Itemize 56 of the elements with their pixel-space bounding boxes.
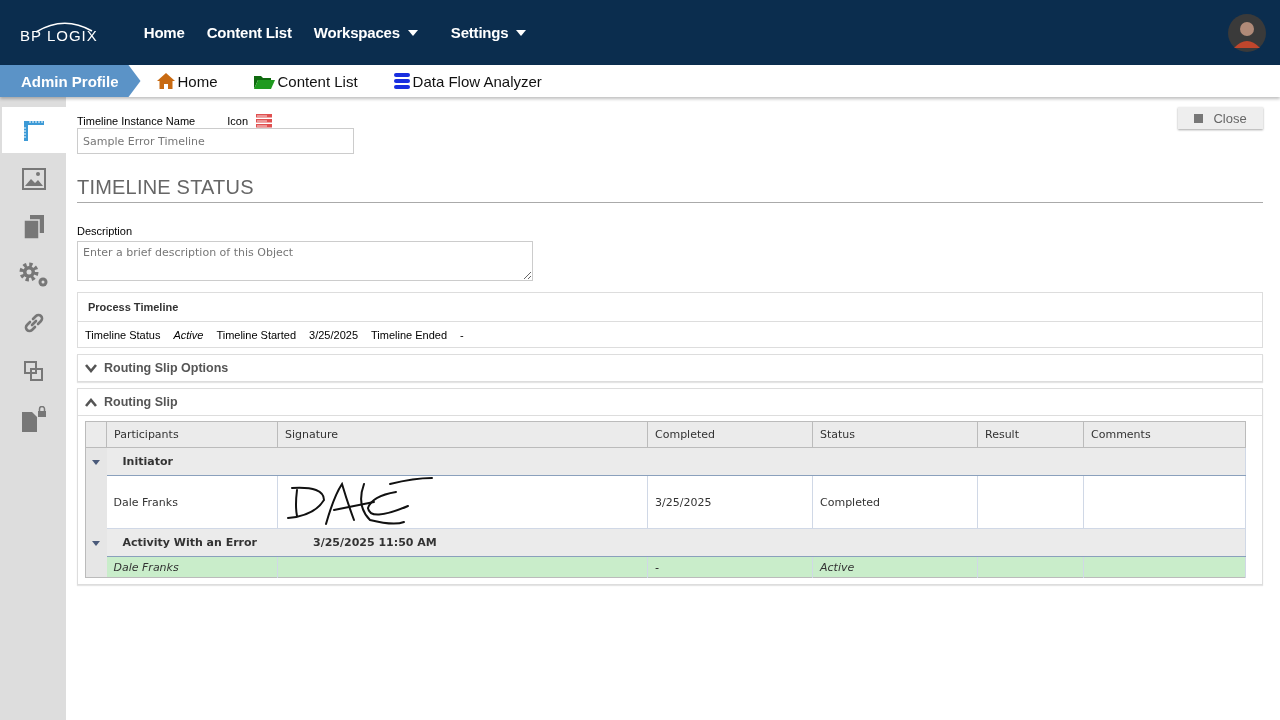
sidebar-tab[interactable] xyxy=(2,107,66,153)
nav-menu-item[interactable]: Settings xyxy=(450,24,527,41)
status-value: Active xyxy=(173,329,204,341)
status-label: Timeline Ended xyxy=(371,329,448,341)
logo[interactable]: BP LOGIX xyxy=(20,21,98,44)
section-heading: TIMELINE STATUS xyxy=(77,176,1263,203)
close-button[interactable]: Close xyxy=(1178,107,1263,129)
breadcrumb-link[interactable]: Content List xyxy=(253,72,358,90)
table-cell: Dale Franks xyxy=(106,475,278,529)
link-icon xyxy=(23,312,45,334)
group-label: Initiator xyxy=(122,455,173,468)
chevron-down-icon xyxy=(85,363,97,373)
description-field[interactable]: Enter a brief description of this Object xyxy=(77,241,533,281)
expand-toggle-icon[interactable] xyxy=(92,541,101,546)
avatar[interactable] xyxy=(1228,13,1266,52)
database-icon xyxy=(393,73,410,89)
gears-icon xyxy=(18,261,50,289)
status-value: - xyxy=(460,329,464,341)
status-value: 3/25/2025 xyxy=(309,329,358,341)
locked-file-icon xyxy=(21,406,47,432)
expand-toggle-icon[interactable] xyxy=(92,460,101,466)
group-date: 3/25/2025 11:50 AM xyxy=(313,536,437,549)
status-label: Timeline Started xyxy=(216,329,297,341)
field-label: Timeline Instance Name xyxy=(77,115,196,127)
panel-header[interactable]: Routing Slip Options xyxy=(78,355,1262,381)
column-header[interactable]: Signature xyxy=(277,421,648,448)
caret-icon xyxy=(407,29,418,36)
chevron-up-icon xyxy=(85,397,97,407)
caret-icon xyxy=(516,29,527,36)
house-icon xyxy=(156,73,175,89)
table-cell: 3/25/2025 xyxy=(647,475,813,529)
column-header[interactable]: Status xyxy=(812,421,978,448)
column-header[interactable]: Completed xyxy=(647,421,813,448)
table-cell: Completed xyxy=(812,475,978,529)
nav-menu-item[interactable]: Workspaces xyxy=(313,24,418,41)
nav-menu-item[interactable]: Content List xyxy=(206,24,292,41)
column-header[interactable]: Result xyxy=(977,421,1084,448)
image-icon xyxy=(22,168,46,190)
square-icon xyxy=(1194,113,1204,123)
status-label: Timeline Status xyxy=(85,329,161,341)
field-label: Icon xyxy=(227,115,248,127)
field-label: Description xyxy=(77,225,134,237)
copy-icon xyxy=(23,215,45,239)
column-header[interactable]: Participants xyxy=(106,421,278,448)
ruler-icon xyxy=(22,118,46,142)
clone-icon xyxy=(24,361,44,381)
panel-title: Process Timeline xyxy=(78,293,1262,322)
nav-menu-item[interactable]: Home xyxy=(143,24,185,41)
panel-header[interactable]: Routing Slip xyxy=(78,389,1262,415)
server-icon[interactable] xyxy=(256,114,272,128)
breadcrumb-link[interactable]: Home xyxy=(156,72,218,90)
folder-icon xyxy=(253,73,275,89)
group-label: Activity With an Error xyxy=(122,536,257,549)
name-field[interactable]: Sample Error Timeline xyxy=(77,128,354,154)
breadcrumb-link[interactable]: Data Flow Analyzer xyxy=(393,72,542,90)
column-header[interactable]: Comments xyxy=(1083,421,1246,448)
